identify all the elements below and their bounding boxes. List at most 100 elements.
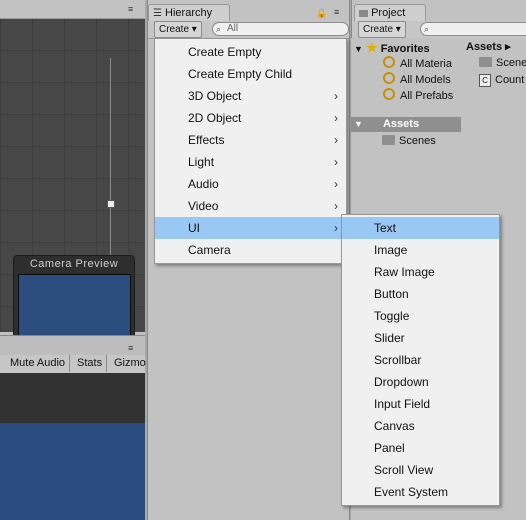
scene-grid[interactable]: Camera Preview bbox=[0, 18, 145, 348]
menu-item-label: Audio bbox=[188, 177, 219, 191]
create-menu-item[interactable]: Create Empty bbox=[155, 41, 346, 63]
assets-breadcrumb[interactable]: Assets ▸ bbox=[466, 40, 511, 53]
menu-item-label: Scrollbar bbox=[374, 353, 422, 367]
menu-item-label: Create Empty Child bbox=[188, 67, 293, 81]
project-search-input[interactable]: ⌕ bbox=[420, 22, 526, 36]
favorites-item[interactable]: All Prefabs bbox=[383, 88, 453, 102]
lock-icon[interactable]: 🔒 bbox=[316, 8, 327, 19]
folder-icon bbox=[479, 57, 492, 67]
ui-submenu-item[interactable]: Input Field bbox=[342, 393, 499, 415]
project-tab-label: Project bbox=[371, 7, 406, 19]
menu-item-label: Video bbox=[188, 199, 219, 213]
scenes-tree-row[interactable]: Scenes bbox=[382, 135, 436, 147]
search-filter-icon bbox=[383, 56, 395, 68]
menu-item-label: Event System bbox=[374, 485, 449, 499]
create-menu: Create Empty Create Empty Child 3D Object ›… bbox=[154, 38, 347, 264]
create-menu-item[interactable]: Effects › bbox=[155, 129, 346, 151]
create-menu-item[interactable]: Video › bbox=[155, 195, 346, 217]
ui-submenu-item[interactable]: Image bbox=[342, 239, 499, 261]
menu-item-label: Text bbox=[374, 221, 397, 235]
menu-item-label: UI bbox=[188, 221, 200, 235]
menu-item-label: Image bbox=[374, 243, 408, 257]
ui-submenu-item[interactable]: Scroll View bbox=[342, 459, 499, 481]
game-tab-bar: ≡ bbox=[0, 335, 145, 356]
folder-icon bbox=[359, 10, 368, 17]
hierarchy-create-button[interactable]: Create ▾ bbox=[154, 21, 202, 38]
game-menu-icon[interactable]: ≡ bbox=[128, 344, 133, 353]
create-menu-item[interactable]: Light › bbox=[155, 151, 346, 173]
ui-submenu: Text Image Raw Image Button Toggle Slider Scro… bbox=[341, 214, 500, 506]
menu-item-label: Raw Image bbox=[374, 265, 435, 279]
favorites-row[interactable]: ▼ ★ Favorites bbox=[354, 40, 430, 56]
asset-item[interactable]: C Count bbox=[479, 74, 524, 87]
star-icon: ★ bbox=[365, 40, 378, 55]
menu-item-label: Effects bbox=[188, 133, 225, 147]
scene-view: Camera Preview ≡ ≡ Mute Audio Stats Gizm… bbox=[0, 0, 151, 520]
mute-audio-button[interactable]: Mute Audio bbox=[6, 355, 71, 372]
ui-submenu-item[interactable]: Dropdown bbox=[342, 371, 499, 393]
camera-preview-screen bbox=[18, 274, 131, 339]
menu-item-label: Toggle bbox=[374, 309, 410, 323]
scene-handle[interactable] bbox=[107, 200, 115, 208]
create-menu-item[interactable]: Audio › bbox=[155, 173, 346, 195]
tab-project[interactable]: Project bbox=[354, 4, 426, 22]
ui-submenu-item[interactable]: Event System bbox=[342, 481, 499, 503]
create-menu-item[interactable]: Create Empty Child bbox=[155, 63, 346, 85]
camera-preview: Camera Preview bbox=[13, 255, 135, 345]
chevron-right-icon: › bbox=[334, 89, 338, 103]
ui-submenu-item[interactable]: Text bbox=[342, 217, 499, 239]
game-toolbar: Mute Audio Stats Gizmo bbox=[0, 355, 151, 374]
hierarchy-search-input[interactable]: ⌕ All bbox=[212, 22, 349, 36]
chevron-right-icon: › bbox=[334, 221, 338, 235]
chevron-right-icon: › bbox=[334, 111, 338, 125]
hierarchy-menu-icon[interactable]: ≡ bbox=[334, 8, 339, 17]
chevron-right-icon: › bbox=[334, 133, 338, 147]
stats-button[interactable]: Stats bbox=[73, 355, 108, 372]
menu-item-label: Panel bbox=[374, 441, 405, 455]
create-menu-item[interactable]: 3D Object › bbox=[155, 85, 346, 107]
menu-item-label: Scroll View bbox=[374, 463, 434, 477]
gizmos-button[interactable]: Gizmo bbox=[110, 355, 151, 372]
create-menu-item[interactable]: UI › bbox=[155, 217, 346, 239]
menu-item-label: Create Empty bbox=[188, 45, 262, 59]
hierarchy-tab-label: Hierarchy bbox=[165, 7, 213, 19]
menu-item-label: Input Field bbox=[374, 397, 431, 411]
script-icon: C bbox=[479, 74, 491, 87]
create-menu-item[interactable]: 2D Object › bbox=[155, 107, 346, 129]
menu-item-label: Slider bbox=[374, 331, 405, 345]
favorites-label: Favorites bbox=[380, 43, 430, 55]
game-view-top bbox=[0, 373, 145, 423]
scene-menu-icon[interactable]: ≡ bbox=[128, 5, 133, 14]
folder-icon bbox=[365, 118, 379, 128]
list-icon: ☰ bbox=[153, 8, 162, 19]
project-create-button[interactable]: Create ▾ bbox=[358, 21, 406, 38]
search-icon: ⌕ bbox=[424, 24, 430, 34]
expand-arrow-icon: ▼ bbox=[354, 44, 363, 54]
ui-submenu-item[interactable]: Canvas bbox=[342, 415, 499, 437]
ui-submenu-item[interactable]: Scrollbar bbox=[342, 349, 499, 371]
menu-item-label: 3D Object bbox=[188, 89, 242, 103]
menu-item-label: Button bbox=[374, 287, 409, 301]
scene-toolbar: ≡ bbox=[0, 0, 145, 19]
favorites-item[interactable]: All Materia bbox=[383, 56, 452, 70]
ui-submenu-item[interactable]: Button bbox=[342, 283, 499, 305]
asset-item[interactable]: Scene bbox=[479, 57, 526, 69]
chevron-right-icon: › bbox=[334, 155, 338, 169]
favorites-item[interactable]: All Models bbox=[383, 72, 451, 86]
chevron-right-icon: › bbox=[334, 177, 338, 191]
ui-submenu-item[interactable]: Panel bbox=[342, 437, 499, 459]
project-toolbar: Create ▾ ⌕ bbox=[352, 21, 526, 39]
ui-submenu-item[interactable]: Toggle bbox=[342, 305, 499, 327]
menu-item-label: Camera bbox=[188, 243, 231, 257]
assets-tree-row[interactable]: ▼ Assets bbox=[351, 117, 461, 132]
search-filter-icon bbox=[383, 72, 395, 84]
hierarchy-toolbar: Create ▾ ⌕ All bbox=[148, 21, 349, 39]
camera-preview-title: Camera Preview bbox=[29, 258, 119, 270]
ui-submenu-item[interactable]: Raw Image bbox=[342, 261, 499, 283]
folder-icon bbox=[382, 135, 395, 145]
ui-submenu-item[interactable]: Slider bbox=[342, 327, 499, 349]
chevron-right-icon: › bbox=[334, 199, 338, 213]
tab-hierarchy[interactable]: ☰ Hierarchy bbox=[148, 4, 230, 22]
create-menu-item[interactable]: Camera bbox=[155, 239, 346, 261]
game-view-render bbox=[0, 423, 145, 520]
